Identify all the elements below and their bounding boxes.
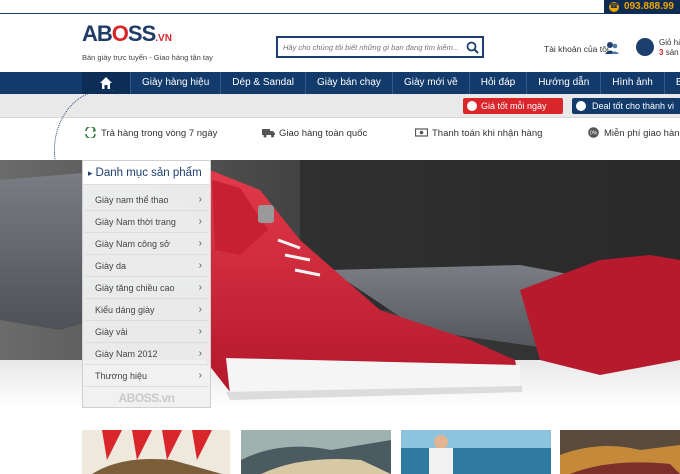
- chevron-right-icon: ›: [198, 282, 202, 293]
- search-input[interactable]: [278, 38, 458, 56]
- category-list: Giày nam thể thao › Giày Nam thời trang › …: [83, 185, 210, 387]
- cart-count: 3: [659, 48, 664, 57]
- account-link[interactable]: Tài khoản của tôi: [544, 44, 609, 54]
- category-item-height-shoes[interactable]: Giày tăng chiều cao ›: [85, 277, 208, 299]
- logo-wordmark: ABOSS.VN: [82, 21, 172, 46]
- tag-icon: [576, 101, 586, 111]
- category-item-canvas-shoes[interactable]: Giày vải ›: [85, 321, 208, 343]
- svg-text:0%: 0%: [590, 131, 598, 137]
- truck-icon: [262, 129, 275, 138]
- badge-icon: 0%: [588, 127, 599, 138]
- chevron-right-icon: ›: [198, 238, 202, 249]
- chevron-right-icon: ›: [198, 348, 202, 359]
- phone-icon: ☎: [608, 2, 619, 12]
- chevron-right-icon: ›: [198, 216, 202, 227]
- benefit-shipping: Giao hàng toàn quốc: [262, 127, 367, 139]
- nav-item-new-arrivals[interactable]: Giày mới về: [391, 72, 469, 94]
- search-icon[interactable]: [466, 41, 479, 54]
- product-thumbnail[interactable]: [241, 430, 391, 474]
- category-watermark-logo: ABOSS.vn: [118, 391, 175, 405]
- category-menu-title: ▸ Danh mục sản phẩm: [83, 161, 210, 185]
- search-box: [276, 36, 484, 58]
- nav-item-brand-shoes[interactable]: Giày hàng hiệu: [130, 72, 220, 94]
- account-icon[interactable]: [605, 41, 619, 55]
- category-item-brands[interactable]: Thương hiệu ›: [85, 365, 208, 387]
- cart-summary[interactable]: Giỏ hà 3 sản: [659, 38, 680, 58]
- category-item-office-shoes[interactable]: Giày Nam công sở ›: [85, 233, 208, 255]
- nav-item-gallery[interactable]: Hình ảnh: [600, 72, 664, 94]
- nav-menu: Giày hàng hiệu Dép & Sandal Giày bán chạ…: [130, 72, 680, 94]
- product-thumbnail[interactable]: [401, 430, 551, 474]
- product-thumbnail[interactable]: [560, 430, 680, 474]
- category-item-sport-shoes[interactable]: Giày nam thể thao ›: [85, 189, 208, 211]
- category-item-fashion-shoes[interactable]: Giày Nam thời trang ›: [85, 211, 208, 233]
- nav-item-faq[interactable]: Hỏi đáp: [468, 72, 526, 94]
- logo[interactable]: ABOSS.VN Bán giày trực tuyến - Giao hàng…: [82, 21, 213, 63]
- member-deal-label: Deal tốt cho thành vi: [592, 101, 675, 111]
- benefit-free-ship: 0% Miễn phí giao hàng: [587, 127, 680, 139]
- chevron-right-icon: ›: [198, 326, 202, 337]
- top-bar: ☎ 093.888.99: [0, 0, 680, 14]
- category-item-leather-shoes[interactable]: Giày da ›: [85, 255, 208, 277]
- product-thumbnails: [0, 430, 680, 474]
- best-price-label: Giá tốt mỗi ngày: [481, 101, 547, 111]
- logo-tagline: Bán giày trực tuyến - Giao hàng tận tay: [82, 53, 213, 62]
- category-menu: ▸ Danh mục sản phẩm Giày nam thể thao › Gi…: [82, 160, 211, 408]
- cash-icon: [415, 128, 428, 137]
- nav-item-best-sellers[interactable]: Giày bán chạy: [305, 72, 392, 94]
- hotline-number: 093.888.99: [623, 1, 674, 12]
- nav-item-sandals[interactable]: Dép & Sandal: [220, 72, 305, 94]
- member-deal-button[interactable]: Deal tốt cho thành vi: [572, 98, 680, 114]
- best-price-button[interactable]: Giá tốt mỗi ngày: [463, 98, 563, 114]
- benefit-cod: Thanh toán khi nhận hàng: [415, 127, 542, 139]
- category-item-2012-shoes[interactable]: Giày Nam 2012 ›: [85, 343, 208, 365]
- chevron-right-icon: ›: [198, 304, 202, 315]
- chevron-right-icon: ›: [198, 370, 202, 381]
- cart-label: Giỏ hà: [659, 38, 680, 47]
- caret-right-icon: ▸: [88, 168, 93, 178]
- product-thumbnail[interactable]: [82, 430, 230, 474]
- nav-item-guide[interactable]: Hướng dẫn: [526, 72, 600, 94]
- clock-icon: [467, 101, 477, 111]
- header: ABOSS.VN Bán giày trực tuyến - Giao hàng…: [0, 14, 680, 72]
- chevron-right-icon: ›: [198, 194, 202, 205]
- nav-item-blog[interactable]: Blo: [663, 72, 680, 94]
- cart-icon[interactable]: [636, 38, 654, 56]
- home-icon: [100, 77, 112, 89]
- hotline[interactable]: ☎ 093.888.99: [603, 0, 680, 14]
- cart-unit: sản: [665, 48, 679, 57]
- chevron-right-icon: ›: [198, 260, 202, 271]
- category-item-shoe-styles[interactable]: Kiểu dáng giày ›: [85, 299, 208, 321]
